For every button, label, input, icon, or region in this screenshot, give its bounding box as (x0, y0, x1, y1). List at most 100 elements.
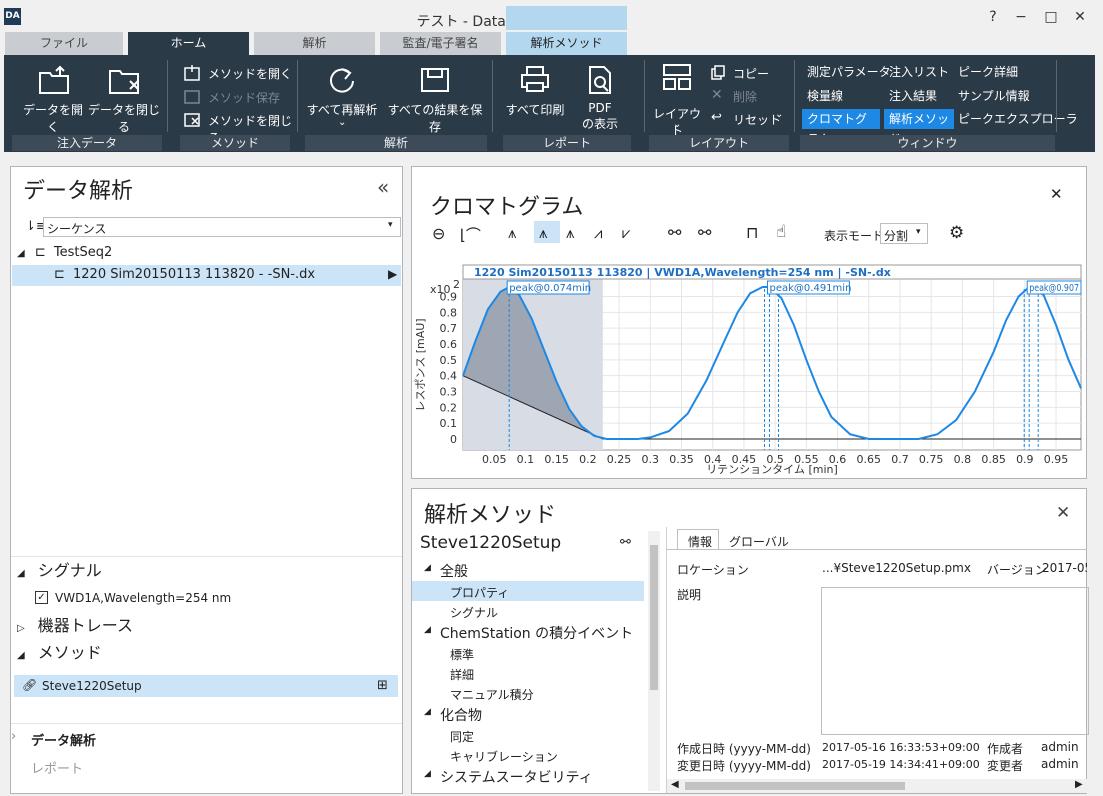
help-button[interactable]: ? (982, 6, 1004, 28)
tab-method[interactable]: 解析メソッド (506, 32, 627, 55)
method-tree-group[interactable]: ◢ ChemStation の積分イベント (412, 621, 644, 643)
open-data-button[interactable]: データを開く (23, 63, 83, 134)
divider (11, 556, 402, 557)
peaks-shaded-icon: ⩚ (539, 224, 548, 242)
scroll-right-icon[interactable]: ▶ (1075, 779, 1083, 790)
x-tick-label: 0.3 (642, 453, 660, 466)
scrollbar-thumb[interactable] (650, 545, 658, 690)
tree-scrollbar[interactable] (648, 531, 660, 791)
method-tree-group[interactable]: ◢ 全般 (412, 559, 644, 581)
window-peak-details[interactable]: ピーク詳細 (953, 62, 1023, 82)
y-tick-label: 0 (450, 433, 457, 446)
x-tick-label: 0.7 (891, 453, 909, 466)
close-button[interactable]: ✕ (1069, 6, 1091, 28)
zoom-fit-icon[interactable]: ⊖ (432, 224, 445, 243)
print-all-label: すべて印刷 (505, 103, 565, 117)
method-tree-item[interactable]: 標準 (412, 643, 644, 663)
group-layout-label: レイアウト (649, 135, 789, 151)
method-detail: 情報 グローバル ロケーション ...¥Steve1220Setup.pmx バ… (666, 527, 1089, 793)
tab-analysis[interactable]: 解析 (254, 32, 375, 55)
instrument-header[interactable]: ▷ 機器トレース (17, 616, 133, 636)
close-icon[interactable]: ✕ (1056, 503, 1070, 523)
method-tree-label: 詳細 (450, 668, 475, 682)
method-tree-item[interactable]: マニュアル積分 (412, 683, 644, 703)
reanalyze-all-button[interactable]: すべて再解析 ⌄ (306, 63, 378, 131)
save-method-button[interactable]: メソッド保存 (182, 87, 292, 107)
reset-button[interactable]: ↩ リセット ⌄ (709, 109, 789, 129)
window-measurement-params[interactable]: 測定パラメータ (802, 62, 896, 82)
peaks-icon[interactable]: ⩚ (508, 224, 516, 242)
window-injection-list[interactable]: 注入リスト (884, 62, 954, 82)
close-data-button[interactable]: データを閉じる (88, 63, 160, 134)
window-sample-info[interactable]: サンプル情報 (953, 86, 1035, 106)
signal-checkbox[interactable]: ✓ (35, 591, 48, 604)
tab-home[interactable]: ホーム (128, 32, 249, 55)
tab-info[interactable]: 情報 (677, 529, 719, 549)
print-all-button[interactable]: すべて印刷 (504, 63, 566, 121)
method-tree-item[interactable]: プロパティ (412, 581, 644, 601)
gear-icon[interactable]: ⚙ (949, 223, 964, 243)
delete-button[interactable]: ✕ 削除 (709, 86, 779, 106)
tree-injection[interactable]: ⊏ 1220 Sim20150113 113820 - -SN-.dx ▶ (12, 265, 401, 286)
hand-icon[interactable]: ☝ (776, 222, 786, 242)
method-tree-item[interactable]: シグナル (412, 601, 644, 621)
horizontal-scrollbar[interactable]: ◀ ▶ (667, 779, 1087, 793)
layout-button[interactable]: レイアウト ⌄ (650, 61, 704, 138)
tree-sequence[interactable]: ◢ ⊏ TestSeq2 (17, 243, 317, 263)
nav-report[interactable]: レポート (31, 758, 83, 777)
scrollbar-thumb[interactable] (685, 782, 905, 790)
peaks-shaded-toggle[interactable]: ⩚ (534, 221, 560, 243)
signal-header[interactable]: ◢ シグナル (17, 561, 102, 581)
close-method-button[interactable]: メソッドを閉じる (182, 110, 292, 145)
save-all-results-button[interactable]: すべての結果を保存 (382, 63, 488, 134)
tab-audit[interactable]: 監査/電子署名 (380, 32, 501, 55)
link-y-icon[interactable]: ⚯ (698, 223, 711, 242)
close-icon[interactable]: ✕ (1050, 185, 1063, 203)
open-method-button[interactable]: メソッドを開く (182, 63, 292, 83)
method-tree-item[interactable]: 詳細 (412, 663, 644, 683)
method-tree-group[interactable]: ◢ 化合物 (412, 703, 644, 725)
y-multiplier: x10 (430, 283, 451, 296)
chevron-down-icon: ⌄ (673, 119, 682, 130)
open-method-label: メソッドを開く (208, 67, 293, 81)
peaks-dashed-icon[interactable]: ⩚ (566, 224, 574, 242)
link-x-icon[interactable]: ⚯ (668, 223, 681, 242)
minimize-button[interactable]: − (1010, 6, 1032, 28)
method-map-icon[interactable]: ⊞ (377, 678, 388, 693)
pdf-view-button[interactable]: PDF の表示 (574, 63, 626, 131)
method-header[interactable]: ◢ メソッド (17, 643, 102, 663)
maximize-button[interactable]: □ (1040, 6, 1062, 28)
sort-select[interactable]: シーケンス ▾ (43, 217, 401, 237)
window-chromatogram[interactable]: クロマトグラム (802, 109, 880, 146)
window-peak-explorer[interactable]: ピークエクスプローラ (953, 109, 1083, 129)
scroll-left-icon[interactable]: ◀ (671, 779, 679, 790)
tab-file[interactable]: ファイル (5, 32, 123, 55)
method-tree-group[interactable]: ◢ システムスータビリティ (412, 765, 644, 787)
link-icon[interactable]: ⚯ (620, 535, 631, 550)
window-title: テスト - Data Analysis (416, 14, 568, 30)
method-tree-item[interactable]: 同定 (412, 725, 644, 745)
window-calibration-curve[interactable]: 検量線 (802, 86, 848, 106)
overlay-icon[interactable]: ⩘ (594, 224, 602, 242)
refresh-icon (330, 68, 354, 93)
panel-title: データ解析 (23, 179, 134, 204)
collapse-icon[interactable]: « (377, 175, 389, 199)
chromatogram-chart[interactable]: peak@0.074min peak@0.491min peak@0.907 122… (412, 264, 1086, 477)
modified-value: 2017-05-19 14:34:41+09:00 (822, 758, 980, 771)
window-injection-results[interactable]: 注入結果 (884, 86, 942, 106)
copy-button[interactable]: コピー (709, 63, 779, 83)
method-tree-item[interactable]: キャリブレーション (412, 745, 644, 765)
baseline-icon[interactable]: ⊓ (746, 223, 758, 242)
window-analysis-method[interactable]: 解析メソッド (884, 109, 954, 146)
display-mode-select[interactable]: 分割 ▾ (880, 223, 928, 244)
tab-global[interactable]: グローバル (729, 533, 789, 550)
chevron-down-icon: ⌄ (338, 117, 347, 128)
method-item[interactable]: 🔗︎ Steve1220Setup ⊞ (14, 675, 398, 697)
description-field[interactable] (821, 587, 1089, 735)
nav-data-analysis[interactable]: データ解析 (31, 730, 96, 749)
axis-icon[interactable]: ⌊⌒ (460, 224, 481, 245)
stack-icon[interactable]: ⩗ (622, 224, 630, 242)
display-mode-label: 表示モード (824, 229, 885, 243)
x-tick-label: 0.75 (919, 453, 944, 466)
y-tick-label: 0.6 (440, 338, 458, 351)
